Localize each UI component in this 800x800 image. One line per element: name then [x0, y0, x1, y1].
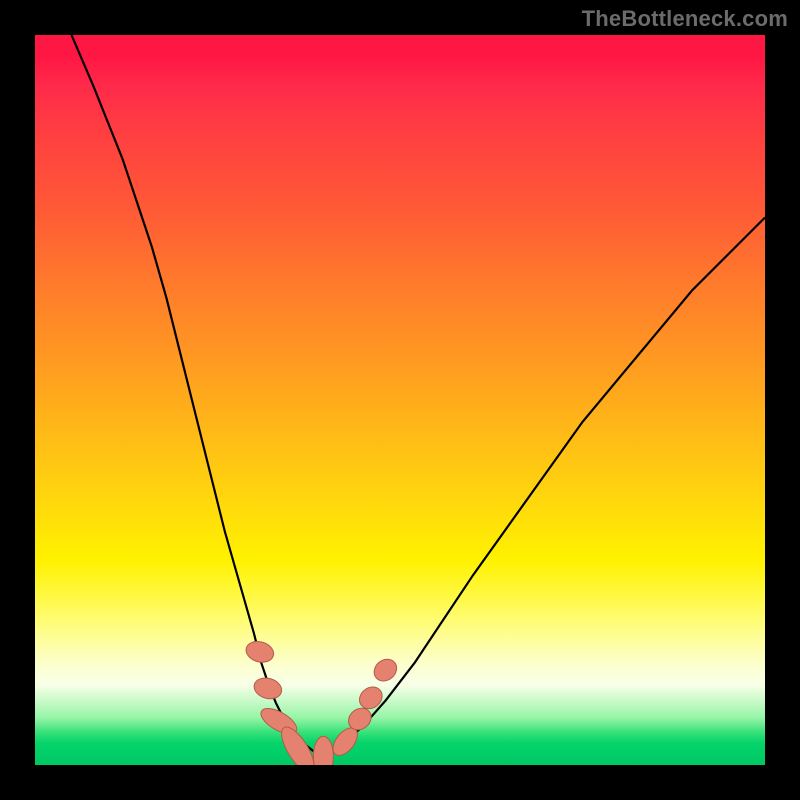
chart-plot-area	[35, 35, 765, 765]
data-marker	[252, 675, 284, 702]
watermark-text: TheBottleneck.com	[582, 6, 788, 32]
data-marker	[370, 655, 401, 686]
chart-svg	[35, 35, 765, 765]
data-marker	[244, 638, 276, 665]
chart-frame: TheBottleneck.com	[0, 0, 800, 800]
data-markers	[244, 638, 401, 765]
data-marker	[313, 736, 333, 765]
left-curve	[72, 35, 320, 755]
